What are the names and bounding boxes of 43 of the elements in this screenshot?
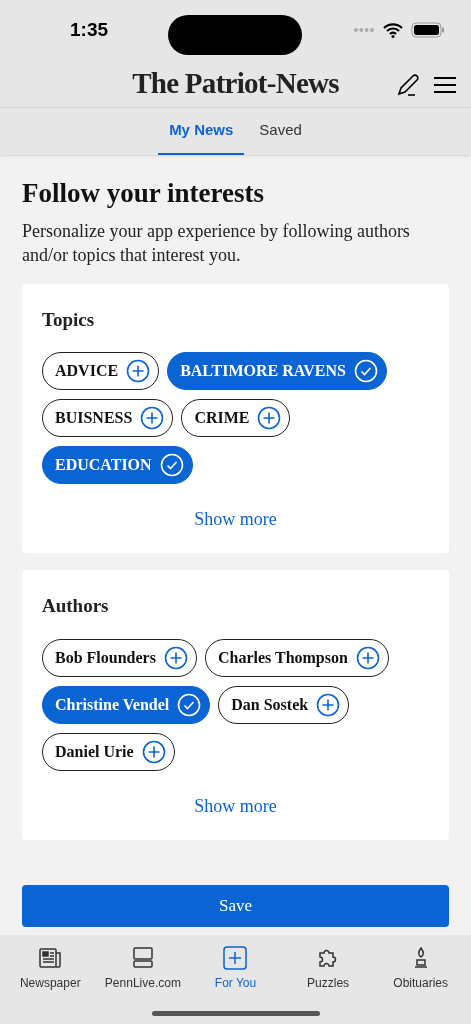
nav-tab[interactable]: Puzzles [283,945,374,992]
follow-chip[interactable]: CRIME [181,399,291,438]
show-more-link[interactable]: Show more [194,792,277,820]
plus-icon [316,692,341,717]
follow-chip[interactable]: BUISNESS [42,399,174,438]
page-title: Follow your interests [22,177,265,210]
follow-chip[interactable]: Christine Vendel [42,685,211,724]
newspaper-icon [37,945,64,971]
follow-chip[interactable]: Charles Thompson [204,638,389,677]
wifi-icon [383,22,403,38]
follow-chip[interactable]: BALTIMORE RAVENS [167,352,387,391]
nav-tab[interactable]: For You [190,945,281,992]
intro-text: Personalize your app experience by following authors and/or topics that interest you. [22,219,411,267]
plus-icon [126,359,151,384]
battery-icon [411,22,445,38]
nav-tab[interactable]: Newspaper [5,945,96,992]
check-icon [177,692,202,717]
menu-icon[interactable] [433,75,457,95]
plus-icon [140,406,165,431]
follow-chip[interactable]: EDUCATION [42,446,193,485]
follow-chip[interactable]: Daniel Urie [42,732,175,771]
newspaper-logo: The Patriot-News [132,65,339,101]
plus-icon [222,945,249,971]
nav-tab[interactable]: PennLive.com [97,945,188,992]
follow-chip[interactable]: ADVICE [42,352,160,391]
status-time: 1:35 [70,17,109,42]
pencil-icon[interactable] [395,72,421,98]
tab[interactable]: My News [158,108,245,155]
save-button[interactable]: Save [22,884,449,927]
show-more-link[interactable]: Show more [194,506,277,534]
plus-icon [257,406,282,431]
check-icon [159,453,184,478]
plus-icon [355,645,380,670]
follow-chip[interactable]: Bob Flounders [42,638,197,677]
plus-icon [163,645,188,670]
plus-icon [141,739,166,764]
section-title: Authors [42,594,110,619]
check-icon [353,359,378,384]
tab[interactable]: Saved [248,108,313,155]
nav-tab[interactable]: Obituaries [375,945,466,992]
section-title: Topics [42,307,96,332]
signal-icon [353,27,375,33]
follow-chip[interactable]: Dan Sostek [218,685,350,724]
